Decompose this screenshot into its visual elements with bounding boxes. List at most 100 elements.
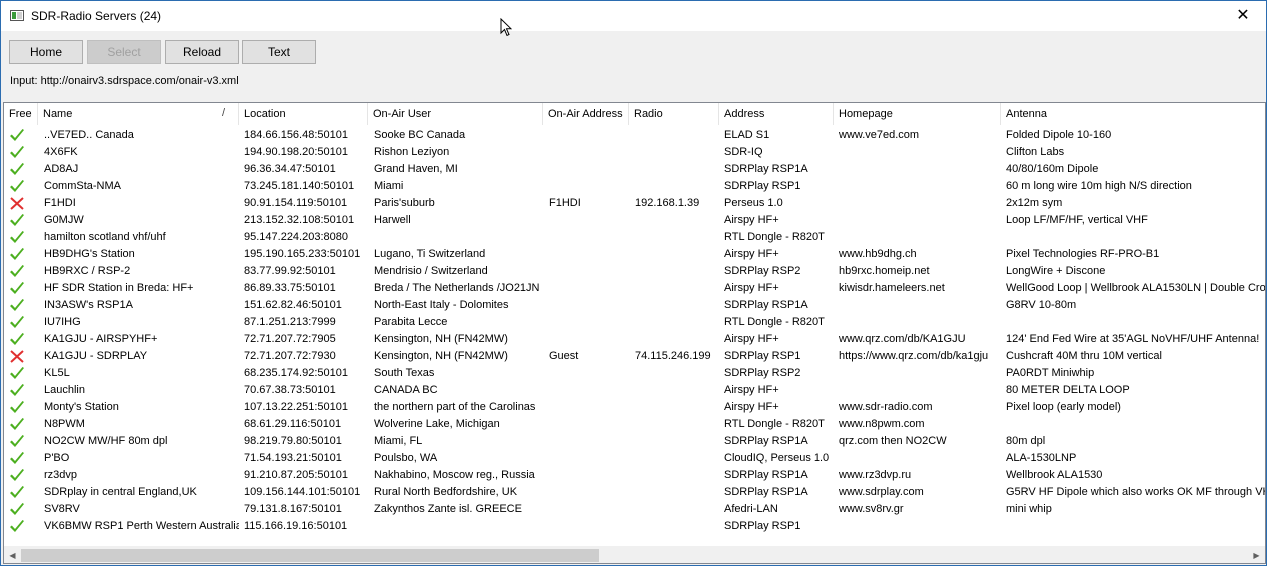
cell-radio (635, 144, 719, 161)
table-row[interactable]: ..VE7ED.. Canada 184.66.156.48:50101 Sooke… (4, 127, 1265, 144)
text-button[interactable]: Text (242, 40, 316, 64)
cell-address: SDRPlay RSP1A (724, 435, 808, 447)
table-row[interactable]: N8PWM 68.61.29.116:50101 Wolverine Lake, M… (4, 416, 1265, 433)
cell-address: SDRPlay RSP1 (724, 350, 801, 362)
cell-antenna: G8RV 10-80m (1006, 299, 1077, 311)
window-title: SDR-Radio Servers (24) (31, 9, 162, 23)
table-row[interactable]: SV8RV 79.131.8.167:50101 Zakynthos Zante i… (4, 501, 1265, 518)
table-row[interactable]: F1HDI 90.91.154.119:50101 Paris'suburb F1HD… (4, 195, 1265, 212)
horizontal-scrollbar[interactable]: ◀ ▶ (4, 546, 1265, 563)
table-row[interactable]: hamilton scotland vhf/uhf 95.147.224.203:… (4, 229, 1265, 246)
header-col-onair-address[interactable]: On-Air Address (543, 103, 629, 125)
app-icon (10, 10, 24, 21)
home-button[interactable]: Home (9, 40, 83, 64)
cell-location: 86.89.33.75:50101 (244, 282, 336, 294)
cell-name: hamilton scotland vhf/uhf (44, 231, 166, 243)
table-row[interactable]: VK6BMW RSP1 Perth Western Australia 115.1… (4, 518, 1265, 535)
cross-icon (10, 197, 24, 210)
table-row[interactable]: SDRplay in central England,UK 109.156.144… (4, 484, 1265, 501)
cell-onair-user: Miami, FL (374, 435, 423, 447)
header-col-free[interactable]: Free (4, 103, 38, 125)
cell-onair-address (549, 518, 629, 535)
cell-address: Airspy HF+ (724, 384, 779, 396)
cell-name: KA1GJU - AIRSPYHF+ (44, 333, 158, 345)
header-col-antenna[interactable]: Antenna (1001, 103, 1265, 125)
cell-onair-address (549, 382, 629, 399)
table-row[interactable]: HB9DHG's Station 195.190.165.233:50101 Lug… (4, 246, 1265, 263)
cell-homepage: hb9rxc.homeip.net (839, 265, 930, 277)
cell-onair-address (549, 178, 629, 195)
scrollbar-thumb[interactable] (21, 549, 599, 562)
cell-location: 68.61.29.116:50101 (244, 418, 342, 430)
table-row[interactable]: IN3ASW's RSP1A 151.62.82.46:50101 North-Ea… (4, 297, 1265, 314)
cell-location: 72.71.207.72:7930 (244, 350, 336, 362)
table-row[interactable]: NO2CW MW/HF 80m dpl 98.219.79.80:50101 Mia… (4, 433, 1265, 450)
table-row[interactable]: CommSta-NMA 73.245.181.140:50101 Miami SDRP… (4, 178, 1265, 195)
cell-homepage: www.rz3dvp.ru (839, 469, 912, 481)
cell-location: 70.67.38.73:50101 (244, 384, 336, 396)
header-col-address[interactable]: Address (719, 103, 834, 125)
reload-button[interactable]: Reload (165, 40, 239, 64)
cell-radio (635, 467, 719, 484)
header-col-name[interactable]: Name (38, 103, 239, 125)
cell-homepage (839, 144, 1000, 161)
cell-location: 151.62.82.46:50101 (244, 299, 342, 311)
cell-address: RTL Dongle - R820T (724, 231, 825, 243)
cell-name: HF SDR Station in Breda: HF+ (44, 282, 194, 294)
cell-onair-address (549, 127, 629, 144)
sdr-servers-window: SDR-Radio Servers (24) ✕ Home Select Rel… (0, 0, 1267, 566)
table-row[interactable]: KL5L 68.235.174.92:50101 South Texas SDRPla… (4, 365, 1265, 382)
table-row[interactable]: Lauchlin 70.67.38.73:50101 CANADA BC Airspy… (4, 382, 1265, 399)
table-row[interactable]: IU7IHG 87.1.251.213:7999 Parabita Lecce RTL… (4, 314, 1265, 331)
table-row[interactable]: KA1GJU - SDRPLAY 72.71.207.72:7930 Kensing… (4, 348, 1265, 365)
close-button[interactable]: ✕ (1220, 1, 1266, 31)
checkmark-icon (10, 146, 24, 158)
cell-onair-address (549, 144, 629, 161)
arrow-right-icon[interactable]: ▶ (1248, 547, 1265, 563)
cell-onair-user: Kensington, NH (FN42MW) (374, 333, 508, 345)
table-row[interactable]: HF SDR Station in Breda: HF+ 86.89.33.75:… (4, 280, 1266, 297)
table-row[interactable]: HB9RXC / RSP-2 83.77.99.92:50101 Mendrisio… (4, 263, 1265, 280)
cell-homepage: qrz.com then NO2CW (839, 435, 947, 447)
checkmark-icon (10, 299, 24, 311)
cell-radio (635, 263, 719, 280)
header-col-radio[interactable]: Radio (629, 103, 719, 125)
checkmark-icon (10, 503, 24, 515)
arrow-left-icon[interactable]: ◀ (4, 547, 21, 563)
servers-table[interactable]: Free Name Location On-Air User On-Air Addres… (3, 102, 1266, 564)
table-row[interactable]: KA1GJU - AIRSPYHF+ 72.71.207.72:7905 Kensi… (4, 331, 1265, 348)
table-row[interactable]: 4X6FK 194.90.198.20:50101 Rishon Leziyon SD… (4, 144, 1265, 161)
cell-name: VK6BMW RSP1 Perth Western Australia (44, 520, 239, 532)
table-row[interactable]: AD8AJ 96.36.34.47:50101 Grand Haven, MI SDR… (4, 161, 1265, 178)
table-row[interactable]: G0MJW 213.152.32.108:50101 Harwell Airspy H… (4, 212, 1265, 229)
cell-antenna: Wellbrook ALA1530 (1006, 469, 1103, 481)
cell-homepage: www.qrz.com/db/KA1GJU (839, 333, 966, 345)
cell-radio (635, 331, 719, 348)
table-row[interactable]: P'BO 71.54.193.21:50101 Poulsbo, WA CloudIQ… (4, 450, 1265, 467)
checkmark-icon (10, 231, 24, 243)
table-row[interactable]: rz3dvp 91.210.87.205:50101 Nakhabino, Mosc… (4, 467, 1265, 484)
header-col-onair-user[interactable]: On-Air User (368, 103, 543, 125)
cell-onair-user (374, 518, 543, 535)
checkmark-icon (10, 418, 24, 430)
cell-address: SDRPlay RSP1A (724, 486, 808, 498)
header-col-location[interactable]: Location (239, 103, 368, 125)
cell-onair-user: South Texas (374, 367, 435, 379)
cell-onair-address: F1HDI (549, 197, 581, 209)
select-button[interactable]: Select (87, 40, 161, 64)
cell-onair-user: Miami (374, 180, 404, 192)
cell-onair-user: the northern part of the Carolinas (374, 401, 536, 413)
cell-onair-address (549, 246, 629, 263)
cell-address: SDR-IQ (724, 146, 763, 158)
title-bar[interactable]: SDR-Radio Servers (24) ✕ (1, 1, 1266, 37)
cell-onair-user: North-East Italy - Dolomites (374, 299, 509, 311)
header-col-homepage[interactable]: Homepage (834, 103, 1001, 125)
input-url-label: Input: http://onairv3.sdrspace.com/onair… (10, 75, 239, 87)
cell-radio (635, 382, 719, 399)
cell-location: 96.36.34.47:50101 (244, 163, 336, 175)
cell-onair-address (549, 263, 629, 280)
cell-name: Lauchlin (44, 384, 85, 396)
cell-antenna: WellGood Loop | Wellbrook ALA1530LN | Do… (1006, 282, 1266, 294)
table-row[interactable]: Monty's Station 107.13.22.251:50101 the no… (4, 399, 1265, 416)
cell-antenna (1006, 416, 1265, 433)
